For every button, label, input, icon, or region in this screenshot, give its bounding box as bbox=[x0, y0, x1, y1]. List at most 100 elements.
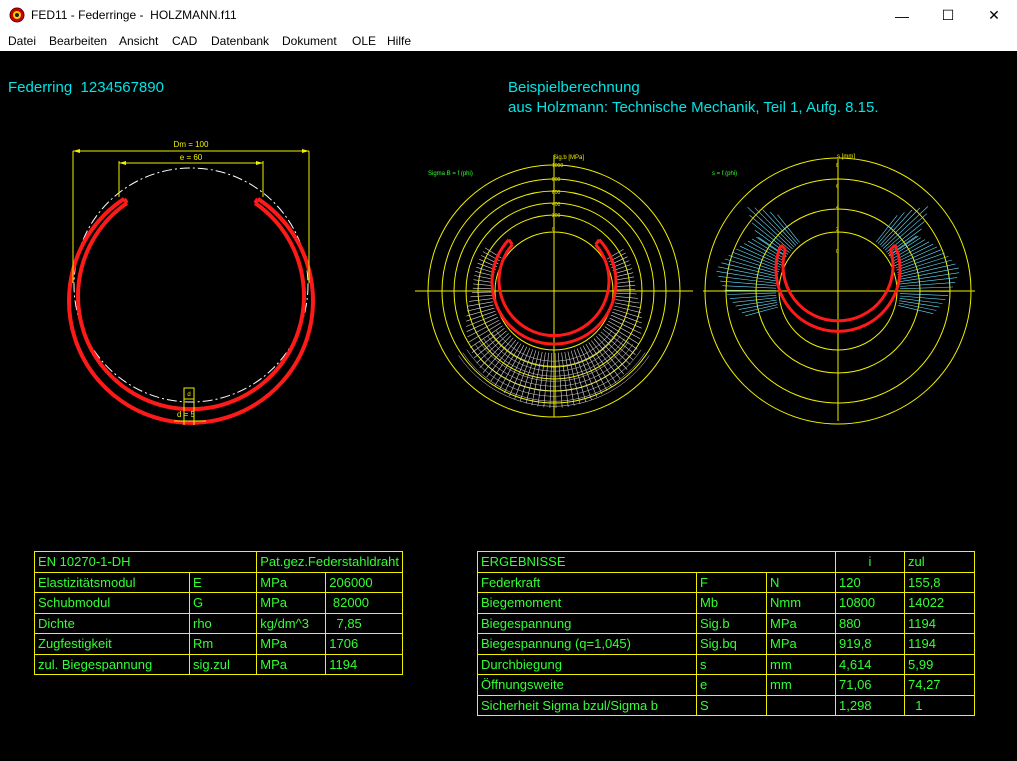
material-table: EN 10270-1-DH Pat.gez.Federstahldraht El… bbox=[33, 551, 403, 675]
results-col-zul: zul bbox=[904, 551, 975, 573]
close-button[interactable]: ✕ bbox=[971, 0, 1017, 31]
table-row: Zugfestigkeit Rm MPa 1706 bbox=[34, 633, 403, 655]
result-value-zul: 74,27 bbox=[904, 674, 975, 696]
result-symbol: S bbox=[696, 694, 767, 716]
stress-hatch-line bbox=[470, 295, 493, 298]
deflection-hatch-line bbox=[899, 272, 960, 282]
deflection-tick-6: 6 bbox=[836, 184, 839, 190]
property-name: Zugfestigkeit bbox=[34, 633, 190, 655]
result-value-i: 919,8 bbox=[835, 633, 905, 655]
result-name: Federkraft bbox=[477, 571, 697, 593]
stress-hatch-line bbox=[474, 330, 507, 359]
deflection-hatch-line bbox=[897, 259, 953, 275]
stress-hatch-line bbox=[472, 287, 493, 290]
table-row: zul. Biegespannung sig.zul MPa 1194 bbox=[34, 653, 403, 675]
menu-bearbeiten[interactable]: Bearbeiten bbox=[49, 34, 107, 48]
table-row: Schubmodul G MPa 82000 bbox=[34, 592, 403, 614]
maximize-button[interactable]: ☐ bbox=[925, 0, 971, 31]
property-unit: MPa bbox=[256, 571, 327, 593]
table-row: Öffnungsweite e mm 71,06 74,27 bbox=[477, 674, 975, 696]
result-symbol: Mb bbox=[696, 592, 767, 614]
results-title: ERGEBNISSE bbox=[477, 551, 836, 573]
deflection-hatch-line bbox=[898, 267, 959, 280]
ring-drawing[interactable]: Dm = 100 e = 60 d d = 5 bbox=[67, 140, 315, 425]
table-row: Biegespannung (q=1,045) Sig.bq MPa 919,8… bbox=[477, 633, 975, 655]
result-unit: N bbox=[766, 571, 836, 593]
menu-datenbank[interactable]: Datenbank bbox=[211, 34, 269, 48]
ring-outer-contour bbox=[67, 197, 315, 425]
dim-dm-label: Dm = 100 bbox=[174, 140, 209, 149]
result-value-zul: 1194 bbox=[904, 612, 975, 634]
deflection-hatch-line bbox=[762, 209, 797, 246]
result-value-i: 1,298 bbox=[835, 694, 905, 716]
result-name: Sicherheit Sigma bzul/Sigma b bbox=[477, 694, 697, 716]
menu-dokument[interactable]: Dokument bbox=[282, 34, 337, 48]
deflection-axis-label: s [mm] bbox=[837, 154, 855, 160]
deflection-hatch-line bbox=[727, 292, 777, 295]
ring-centerline bbox=[73, 167, 309, 403]
property-value[interactable]: 1706 bbox=[325, 633, 403, 655]
stress-hatch-line bbox=[473, 283, 493, 286]
result-value-zul: 14022 bbox=[904, 592, 975, 614]
stress-tick-200: 200 bbox=[552, 213, 561, 219]
property-unit: kg/dm^3 bbox=[256, 612, 327, 634]
stress-hatch-line bbox=[615, 299, 640, 304]
material-table-header: EN 10270-1-DH Pat.gez.Federstahldraht bbox=[33, 551, 403, 573]
material-grade: EN 10270-1-DH bbox=[33, 551, 258, 573]
results-col-i: i bbox=[835, 551, 905, 573]
stress-hatch-line bbox=[615, 280, 635, 284]
result-name: Biegespannung (q=1,045) bbox=[477, 633, 697, 655]
menu-cad[interactable]: CAD bbox=[172, 34, 197, 48]
menu-datei[interactable]: Datei bbox=[8, 34, 36, 48]
stress-chart[interactable]: Sigma B = f (phi) Sig.b [MPa] 1000 800 6… bbox=[415, 155, 693, 418]
result-value-i: 120 bbox=[835, 571, 905, 593]
stress-hatch-line bbox=[467, 301, 493, 307]
result-value-i: 880 bbox=[835, 612, 905, 634]
stress-hatch-line bbox=[615, 292, 637, 295]
table-row: Dichte rho kg/dm^3 7,85 bbox=[34, 612, 403, 634]
menu-bar: Datei Bearbeiten Ansicht CAD Datenbank D… bbox=[0, 31, 1017, 52]
result-symbol: s bbox=[696, 653, 767, 675]
deflection-hatch-line bbox=[724, 258, 779, 275]
minimize-button[interactable]: — bbox=[879, 0, 925, 31]
result-value-i: 10800 bbox=[835, 592, 905, 614]
property-value[interactable]: 7,85 bbox=[325, 612, 403, 634]
property-symbol: G bbox=[188, 592, 258, 614]
property-symbol: rho bbox=[188, 612, 258, 634]
app-icon[interactable] bbox=[9, 7, 25, 23]
stress-hatch-line bbox=[474, 275, 494, 280]
deflection-hatch-line bbox=[720, 280, 777, 287]
material-name: Pat.gez.Federstahldraht bbox=[256, 551, 403, 573]
property-value[interactable]: 82000 bbox=[325, 592, 403, 614]
deflection-chart-label: s = f (phi) bbox=[712, 171, 737, 177]
deflection-hatch-line bbox=[898, 263, 956, 278]
deflection-chart[interactable]: s = f (phi) s [mm] 8 6 4 2 0 bbox=[703, 154, 975, 425]
property-name: Schubmodul bbox=[34, 592, 190, 614]
deflection-hatch-line bbox=[736, 248, 781, 268]
table-row: Durchbiegung s mm 4,614 5,99 bbox=[477, 653, 975, 675]
table-row: Sicherheit Sigma bzul/Sigma b S 1,298 1 bbox=[477, 694, 975, 716]
result-value-i: 71,06 bbox=[835, 674, 905, 696]
property-value[interactable]: 1194 bbox=[325, 653, 403, 675]
stress-axis-label: Sig.b [MPa] bbox=[553, 155, 584, 161]
deflection-tick-8: 8 bbox=[836, 163, 839, 169]
table-row: Federkraft F N 120 155,8 bbox=[477, 571, 975, 593]
result-value-zul: 1194 bbox=[904, 633, 975, 655]
stress-tick-600: 600 bbox=[552, 190, 561, 196]
stress-tick-1000: 1000 bbox=[552, 163, 563, 169]
menu-ansicht[interactable]: Ansicht bbox=[119, 34, 158, 48]
deflection-hatch-line bbox=[899, 293, 949, 296]
property-value[interactable]: 206000 bbox=[325, 571, 403, 593]
result-name: Biegespannung bbox=[477, 612, 697, 634]
table-row: Biegemoment Mb Nmm 10800 14022 bbox=[477, 592, 975, 614]
cad-canvas[interactable]: Federring 1234567890 Beispielberechnung … bbox=[0, 51, 1017, 761]
result-value-zul: 155,8 bbox=[904, 571, 975, 593]
property-unit: MPa bbox=[256, 592, 327, 614]
property-symbol: sig.zul bbox=[188, 653, 258, 675]
results-table-header: ERGEBNISSE i zul bbox=[477, 551, 975, 573]
menu-ole[interactable]: OLE bbox=[352, 34, 376, 48]
stress-hatch-line bbox=[509, 347, 531, 397]
deflection-hatch-line bbox=[881, 207, 921, 248]
menu-hilfe[interactable]: Hilfe bbox=[387, 34, 411, 48]
stress-hatch-line bbox=[615, 285, 636, 287]
